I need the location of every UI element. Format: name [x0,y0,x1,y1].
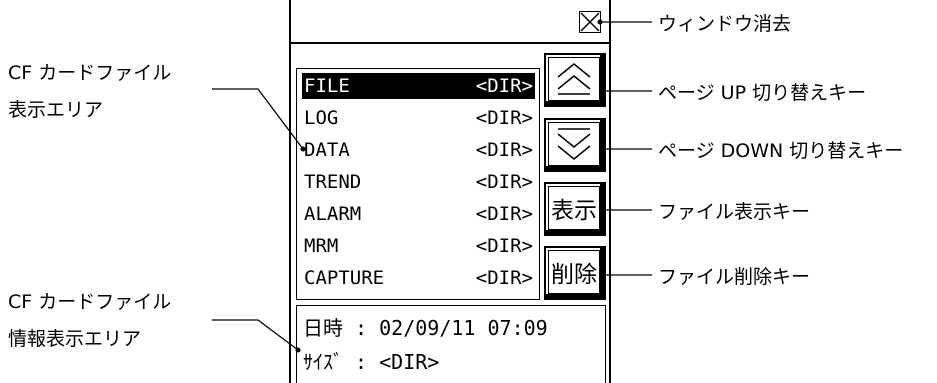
file-type: <DIR> [475,267,533,289]
file-display-key[interactable]: 表示 [544,182,606,236]
delete-key-label: 削除 [548,250,600,294]
file-name: ALARM [304,203,362,225]
file-type: <DIR> [475,139,533,161]
file-name: TREND [304,171,362,193]
annotation-file-area-line2: 表示エリア [8,99,104,121]
annotation-info-area-line1: CF カードファイル [8,291,172,313]
display-key-label: 表示 [548,186,600,230]
double-chevron-up-icon [557,63,591,95]
info-size-line: ｻｲｽﾞ : <DIR> [303,350,440,374]
file-name: CAPTURE [304,267,385,289]
file-type: <DIR> [475,171,533,193]
annotation-display-key: ファイル表示キー [658,201,811,223]
cf-card-file-list: FILE <DIR> LOG <DIR> DATA <DIR> TREND <D… [296,68,540,300]
file-name: MRM [304,235,339,257]
double-chevron-down-icon [557,128,591,160]
file-row-log[interactable]: LOG <DIR> [302,105,535,131]
file-delete-key[interactable]: 削除 [544,246,606,300]
title-bar-divider [289,42,611,44]
cf-card-file-info-area: 日時 : 02/09/11 07:09 ｻｲｽﾞ : <DIR> [296,305,606,383]
annotation-page-up: ページ UP 切り替えキー [658,82,867,104]
file-row-data[interactable]: DATA <DIR> [302,137,535,163]
file-row-mrm[interactable]: MRM <DIR> [302,233,535,259]
annotation-page-down: ページ DOWN 切り替えキー [658,140,904,162]
file-name: DATA [304,139,350,161]
file-name: FILE [304,75,350,97]
close-x-icon [580,12,600,32]
close-window-button[interactable] [579,11,601,33]
file-type: <DIR> [475,75,533,97]
file-name: LOG [304,107,339,129]
annotation-file-area-line1: CF カードファイル [8,62,172,84]
page-up-key[interactable] [544,53,606,107]
annotation-delete-key: ファイル削除キー [658,266,811,288]
file-type: <DIR> [475,107,533,129]
file-type: <DIR> [475,235,533,257]
file-type: <DIR> [475,203,533,225]
page-down-key[interactable] [544,118,606,172]
file-row-file[interactable]: FILE <DIR> [302,73,535,99]
annotation-close: ウィンドウ消去 [658,13,792,35]
annotation-info-area-line2: 情報表示エリア [8,328,142,350]
file-row-alarm[interactable]: ALARM <DIR> [302,201,535,227]
file-row-trend[interactable]: TREND <DIR> [302,169,535,195]
file-row-capture[interactable]: CAPTURE <DIR> [302,265,535,291]
info-date-line: 日時 : 02/09/11 07:09 [303,316,548,340]
